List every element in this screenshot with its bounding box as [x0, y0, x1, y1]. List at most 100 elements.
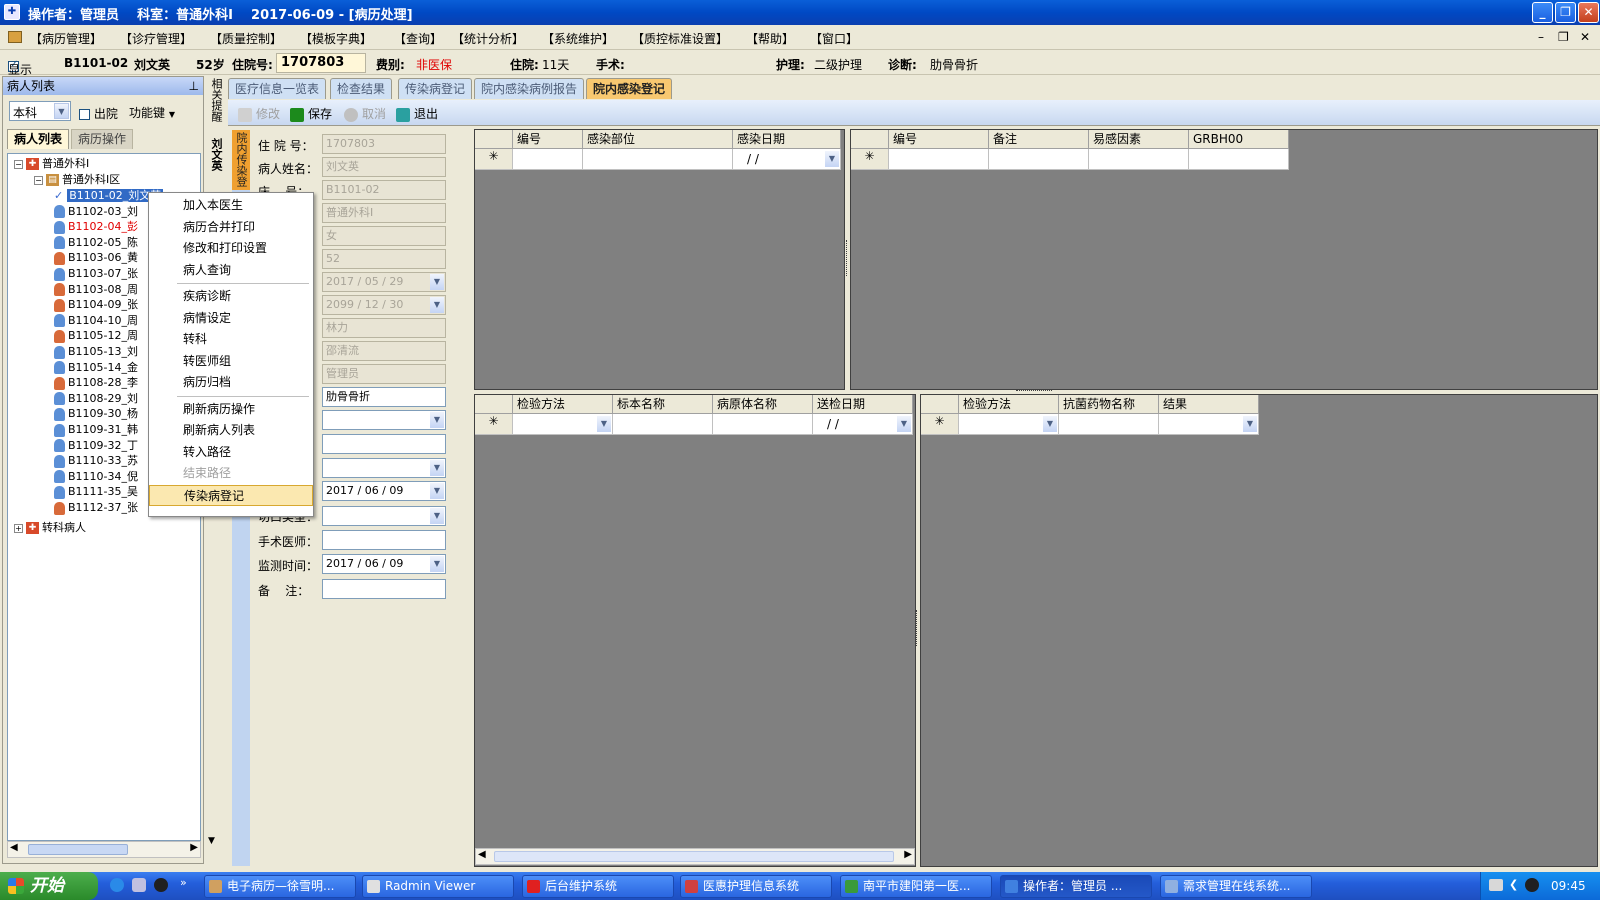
surgeon-field[interactable]: [322, 530, 446, 550]
grid-column-header[interactable]: 编号: [889, 130, 989, 149]
context-menu-item[interactable]: 病情设定: [149, 308, 313, 329]
tree-patient-item[interactable]: B1105-12_周: [54, 328, 138, 344]
reminder-label[interactable]: 相关提醒: [208, 78, 224, 122]
taskbar-task[interactable]: 电子病历—徐雪明...: [204, 875, 356, 898]
keyboard-icon[interactable]: [1489, 879, 1503, 891]
scroll-thumb[interactable]: [494, 851, 894, 862]
menu-template-dict[interactable]: 【模板字典】: [300, 30, 372, 47]
report-date-field[interactable]: 2017 / 06 / 09 ▼: [322, 481, 446, 501]
ie-icon[interactable]: [110, 878, 124, 892]
tree-patient-item[interactable]: B1108-29_刘: [54, 391, 138, 407]
save-button[interactable]: 保存: [290, 105, 332, 122]
grid-column-header[interactable]: 编号: [513, 130, 583, 149]
grid-corner-header[interactable]: [475, 395, 513, 414]
context-menu-item[interactable]: 加入本医生: [149, 195, 313, 216]
context-menu-item[interactable]: 病历归档: [149, 372, 313, 393]
grid-column-header[interactable]: 检验方法: [959, 395, 1059, 414]
context-menu-item[interactable]: 刷新病人列表: [149, 420, 313, 441]
context-menu-item[interactable]: 结束路径: [149, 463, 313, 484]
tab-patient-list[interactable]: 病人列表: [7, 129, 69, 149]
infection-site-grid[interactable]: ✳ 编号 感染部位 感染日期 / / ▼: [474, 129, 845, 390]
qq-tray-icon[interactable]: [1525, 878, 1539, 892]
tree-patient-item[interactable]: B1104-09_张: [54, 297, 138, 313]
taskbar-task[interactable]: 操作者：管理员 ...: [1000, 875, 1152, 898]
taskbar-task[interactable]: 需求管理在线系统...: [1160, 875, 1312, 898]
taskbar-task[interactable]: 南平市建阳第一医...: [840, 875, 992, 898]
scroll-right-icon[interactable]: ▶: [904, 849, 912, 860]
expand-icon[interactable]: +: [14, 523, 23, 533]
tab-record-ops[interactable]: 病历操作: [71, 129, 133, 149]
tray-expand-icon[interactable]: ❮: [1509, 878, 1518, 891]
grid-new-row-cell[interactable]: ▼: [1159, 414, 1259, 435]
chevron-down-icon[interactable]: ▼: [1243, 416, 1257, 432]
collapse-icon[interactable]: −: [14, 159, 23, 169]
chevron-down-icon[interactable]: ▼: [897, 416, 911, 432]
note-field[interactable]: [322, 579, 446, 599]
menu-treatment-mgmt[interactable]: 【诊疗管理】: [120, 30, 192, 47]
grid-new-row-cell[interactable]: ▼: [959, 414, 1059, 435]
grid-new-row-cell[interactable]: [1189, 149, 1289, 170]
tree-patient-item[interactable]: B1111-35_吴: [54, 484, 138, 500]
chevron-down-icon[interactable]: ▼: [825, 151, 839, 167]
grid-new-row-cell[interactable]: [613, 414, 713, 435]
menu-statistics[interactable]: 【统计分析】: [452, 30, 524, 47]
scroll-left-icon[interactable]: ◀: [10, 842, 18, 853]
chevron-down-icon[interactable]: ▼: [430, 412, 444, 428]
scope-select[interactable]: 本科 ▼: [9, 101, 71, 121]
chevron-down-icon[interactable]: ▼: [430, 483, 444, 499]
grid-column-header[interactable]: 备注: [989, 130, 1089, 149]
grid-new-row-cell[interactable]: / / ▼: [733, 149, 841, 170]
context-menu-item[interactable]: 传染病登记: [149, 484, 313, 506]
tree-node-transfer[interactable]: + ✚ 转科病人: [14, 520, 86, 536]
desktop-icon[interactable]: [132, 878, 146, 892]
grid-column-header[interactable]: 标本名称: [613, 395, 713, 414]
menu-help[interactable]: 【帮助】: [746, 30, 794, 47]
grid-column-header[interactable]: 送检日期: [813, 395, 913, 414]
grid-column-header[interactable]: 抗菌药物名称: [1059, 395, 1159, 414]
incision-select[interactable]: ▼: [322, 506, 446, 526]
context-menu-item[interactable]: 转入路径: [149, 442, 313, 463]
grid-new-row-cell[interactable]: [1059, 414, 1159, 435]
exit-button[interactable]: 退出: [396, 105, 438, 122]
grid-new-row-cell[interactable]: / / ▼: [813, 414, 913, 435]
tree-horizontal-scrollbar[interactable]: ◀ ▶: [7, 841, 201, 858]
grid-column-header[interactable]: 易感因素: [1089, 130, 1189, 149]
discharged-checkbox[interactable]: [79, 109, 90, 120]
tab-hospital-infection-report[interactable]: 院内感染病例报告: [474, 78, 585, 99]
grid-column-header[interactable]: 感染日期: [733, 130, 841, 149]
tree-patient-item[interactable]: B1109-31_韩: [54, 422, 138, 438]
tab-hospital-infection-registration[interactable]: 院内感染登记: [586, 78, 673, 99]
grid-corner-header[interactable]: [851, 130, 889, 149]
grid-new-row-cell[interactable]: ▼: [513, 414, 613, 435]
scroll-down-icon[interactable]: ▼: [208, 836, 215, 846]
grid-new-row-cell[interactable]: [889, 149, 989, 170]
tree-patient-item[interactable]: B1102-05_陈: [54, 235, 138, 251]
tab-medical-overview[interactable]: 医疗信息一览表: [228, 78, 327, 99]
scroll-thumb[interactable]: [28, 844, 128, 855]
scroll-left-icon[interactable]: ◀: [478, 849, 486, 860]
tree-patient-item[interactable]: B1103-08_周: [54, 282, 138, 298]
minimize-button[interactable]: _: [1532, 2, 1553, 23]
grid-column-header[interactable]: 检验方法: [513, 395, 613, 414]
lab-specimen-grid[interactable]: ✳ 检验方法 ▼ 标本名称 病原体名称 送检日期 / / ▼: [474, 394, 916, 867]
scroll-right-icon[interactable]: ▶: [190, 842, 198, 853]
monitor-date-field[interactable]: 2017 / 06 / 09 ▼: [322, 554, 446, 574]
start-button[interactable]: 开始: [0, 872, 98, 900]
tree-patient-item[interactable]: B1110-33_苏: [54, 453, 138, 469]
tree-patient-item[interactable]: B1112-37_张: [54, 500, 138, 516]
mdi-restore-button[interactable]: ❐: [1558, 30, 1569, 44]
chevron-down-icon[interactable]: ▼: [597, 416, 611, 432]
tab-infectious-registration[interactable]: 传染病登记: [398, 78, 473, 99]
grid-column-header[interactable]: 感染部位: [583, 130, 733, 149]
function-key-menu[interactable]: 功能键 ▼: [129, 104, 175, 121]
tree-patient-item[interactable]: B1103-06_黄: [54, 250, 138, 266]
chevron-down-icon[interactable]: ▼: [1043, 416, 1057, 432]
infection-select[interactable]: ▼: [322, 410, 446, 430]
chevron-down-icon[interactable]: ▼: [54, 103, 69, 119]
tab-exam-results[interactable]: 检查结果: [330, 78, 393, 99]
tree-patient-item[interactable]: B1105-14_金: [54, 360, 138, 376]
close-button[interactable]: ✕: [1578, 2, 1599, 23]
context-menu-item[interactable]: 修改和打印设置: [149, 238, 313, 259]
menu-system-maintenance[interactable]: 【系统维护】: [542, 30, 614, 47]
maximize-button[interactable]: ❐: [1555, 2, 1576, 23]
